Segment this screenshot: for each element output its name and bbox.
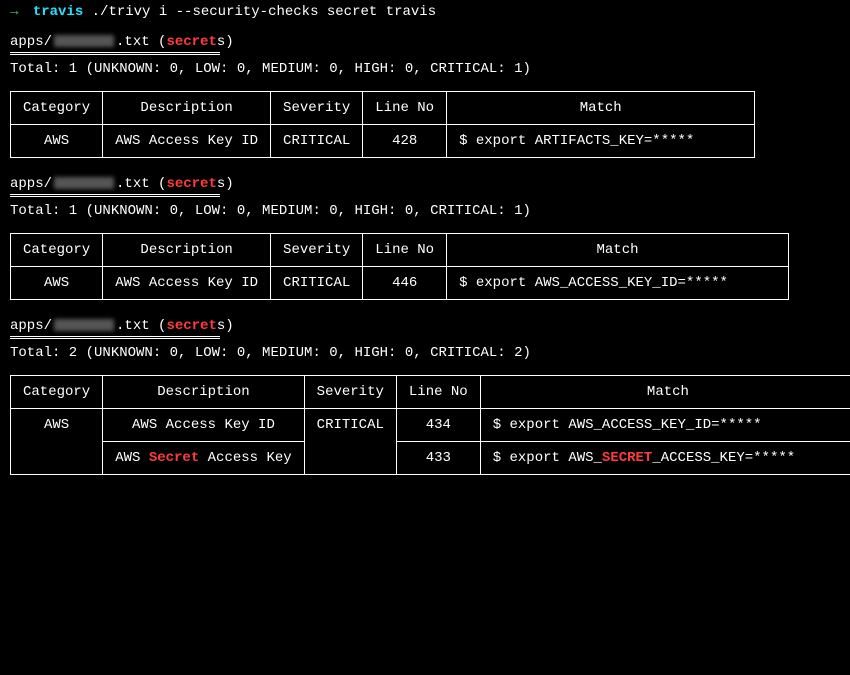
cell-description: AWS Secret Access Key: [103, 442, 304, 475]
cell-description: AWS Access Key ID: [103, 409, 304, 442]
terminal-prompt: → travis ./trivy i --security-checks sec…: [10, 4, 840, 20]
results-table: Category Description Severity Line No Ma…: [10, 91, 755, 158]
prompt-dir: travis: [33, 4, 83, 20]
table-row: AWS AWS Access Key ID CRITICAL 446 $ exp…: [11, 267, 789, 300]
cell-severity: CRITICAL: [304, 409, 396, 475]
cell-lineno: 433: [396, 442, 480, 475]
cell-lineno: 446: [363, 267, 447, 300]
cell-match: $ export ARTIFACTS_KEY=*****: [447, 125, 755, 158]
cell-severity: CRITICAL: [271, 267, 363, 300]
result-section: apps/.txt (secrets) Total: 1 (UNKNOWN: 0…: [10, 176, 840, 300]
col-severity: Severity: [271, 234, 363, 267]
col-lineno: Line No: [363, 234, 447, 267]
divider: [10, 194, 220, 197]
table-row: AWS Secret Access Key 433 $ export AWS_S…: [11, 442, 850, 475]
col-description: Description: [103, 376, 304, 409]
cell-match: $ export AWS_ACCESS_KEY_ID=*****: [447, 267, 789, 300]
results-table: Category Description Severity Line No Ma…: [10, 375, 850, 475]
divider: [10, 336, 220, 339]
col-category: Category: [11, 376, 103, 409]
table-header-row: Category Description Severity Line No Ma…: [11, 234, 789, 267]
file-path: apps/.txt (secrets): [10, 34, 840, 50]
result-section: apps/.txt (secrets) Total: 2 (UNKNOWN: 0…: [10, 318, 840, 475]
table-row: AWS AWS Access Key ID CRITICAL 434 $ exp…: [11, 409, 850, 442]
prompt-command: ./trivy i --security-checks secret travi…: [92, 4, 436, 20]
col-lineno: Line No: [363, 92, 447, 125]
redacted-icon: [54, 177, 114, 189]
cell-category: AWS: [11, 409, 103, 475]
col-description: Description: [103, 234, 271, 267]
col-category: Category: [11, 234, 103, 267]
cell-lineno: 434: [396, 409, 480, 442]
redacted-icon: [54, 319, 114, 331]
cell-severity: CRITICAL: [271, 125, 363, 158]
table-header-row: Category Description Severity Line No Ma…: [11, 92, 755, 125]
file-path: apps/.txt (secrets): [10, 318, 840, 334]
cell-match: $ export AWS_SECRET_ACCESS_KEY=*****: [480, 442, 850, 475]
cell-category: AWS: [11, 125, 103, 158]
file-path: apps/.txt (secrets): [10, 176, 840, 192]
col-match: Match: [447, 234, 789, 267]
table-row: AWS AWS Access Key ID CRITICAL 428 $ exp…: [11, 125, 755, 158]
col-match: Match: [447, 92, 755, 125]
cell-match: $ export AWS_ACCESS_KEY_ID=*****: [480, 409, 850, 442]
cell-lineno: 428: [363, 125, 447, 158]
total-summary: Total: 1 (UNKNOWN: 0, LOW: 0, MEDIUM: 0,…: [10, 61, 840, 77]
table-header-row: Category Description Severity Line No Ma…: [11, 376, 850, 409]
col-match: Match: [480, 376, 850, 409]
total-summary: Total: 1 (UNKNOWN: 0, LOW: 0, MEDIUM: 0,…: [10, 203, 840, 219]
total-summary: Total: 2 (UNKNOWN: 0, LOW: 0, MEDIUM: 0,…: [10, 345, 840, 361]
col-category: Category: [11, 92, 103, 125]
col-lineno: Line No: [396, 376, 480, 409]
col-description: Description: [103, 92, 271, 125]
cell-description: AWS Access Key ID: [103, 267, 271, 300]
divider: [10, 52, 220, 55]
col-severity: Severity: [271, 92, 363, 125]
prompt-arrow-icon: →: [10, 4, 18, 20]
redacted-icon: [54, 35, 114, 47]
result-section: apps/.txt (secrets) Total: 1 (UNKNOWN: 0…: [10, 34, 840, 158]
results-table: Category Description Severity Line No Ma…: [10, 233, 789, 300]
col-severity: Severity: [304, 376, 396, 409]
cell-category: AWS: [11, 267, 103, 300]
cell-description: AWS Access Key ID: [103, 125, 271, 158]
